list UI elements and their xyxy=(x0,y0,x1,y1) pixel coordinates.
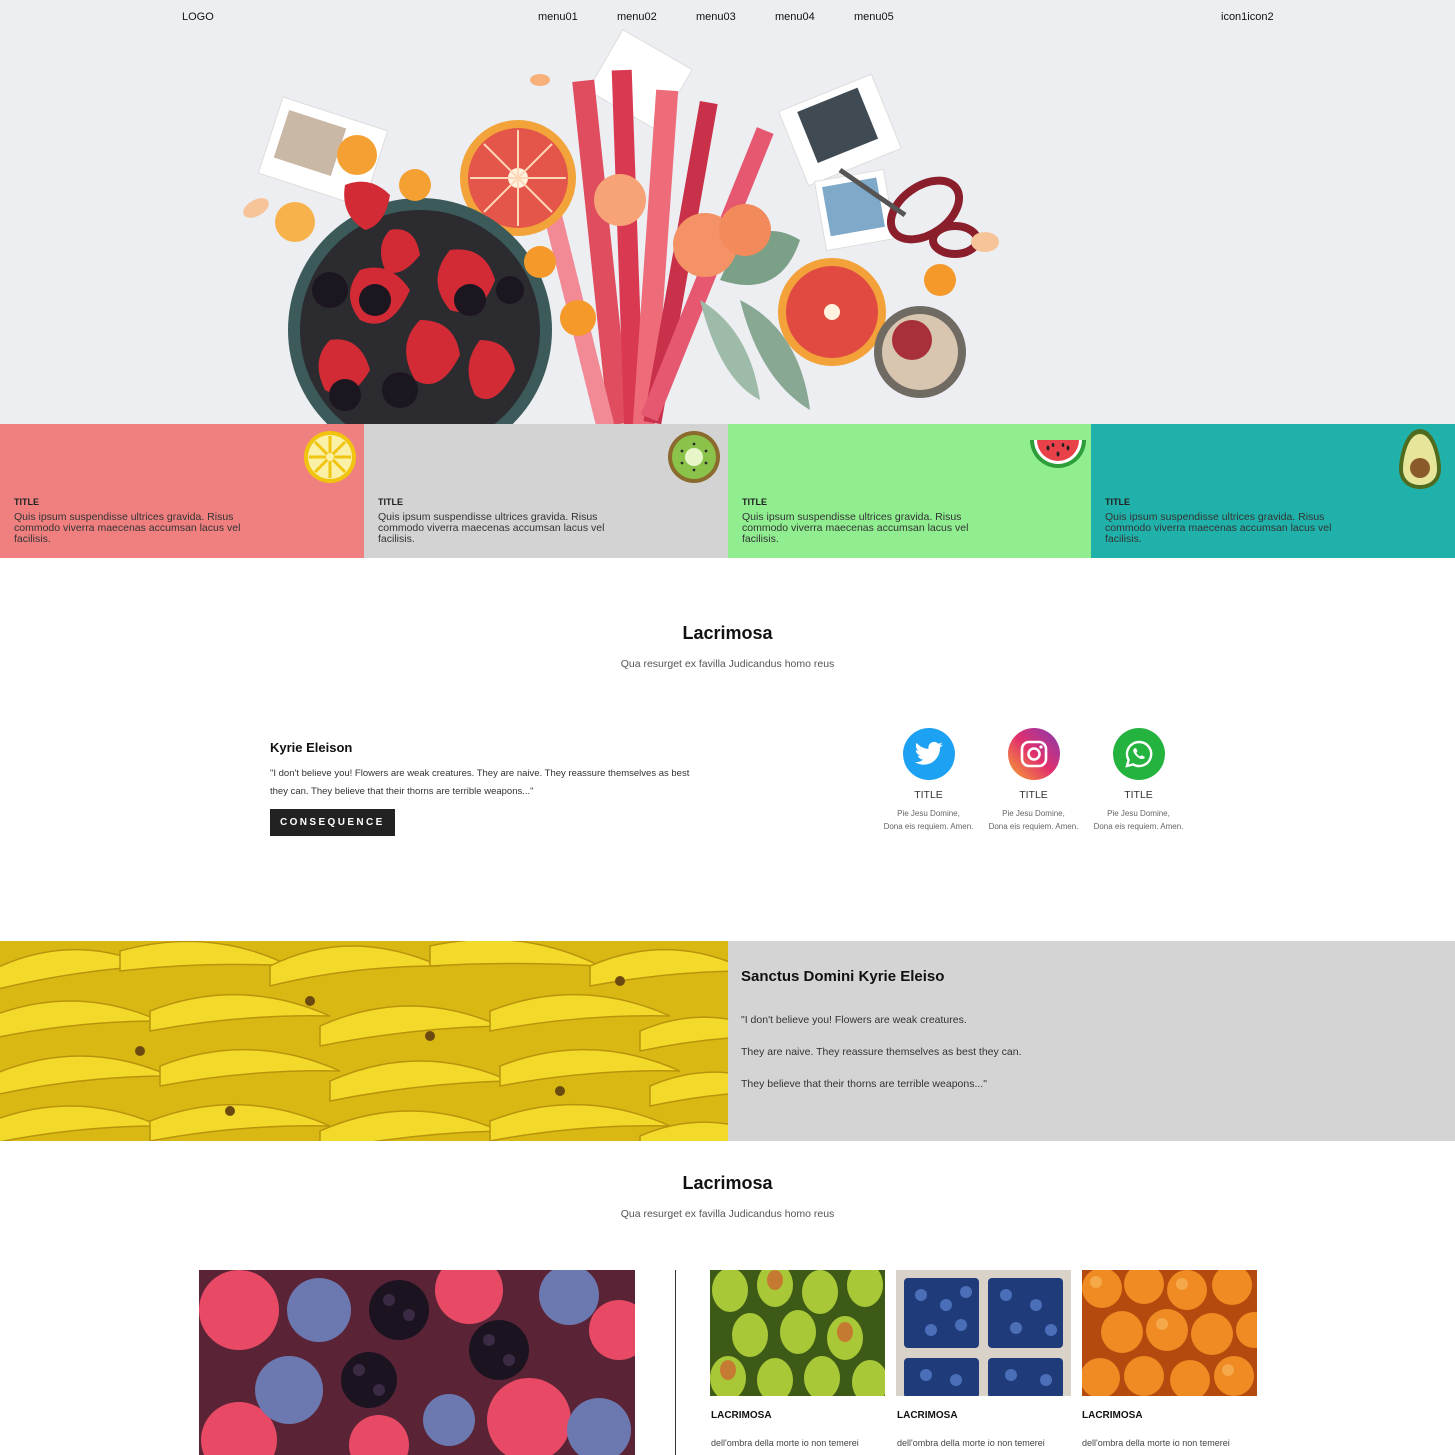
kiwi-icon xyxy=(668,431,720,483)
top-navigation: LOGO menu01 menu02 menu03 menu04 menu05 … xyxy=(0,0,1455,34)
quote-block: Kyrie Eleison "I don't believe you! Flow… xyxy=(270,740,700,836)
card-text: Quis ipsum suspendisse ultrices gravida.… xyxy=(1105,511,1332,545)
blueberries-image[interactable] xyxy=(896,1270,1071,1396)
berries-illustration xyxy=(199,1270,635,1455)
feature-strip: TITLE Quis ipsum suspendisse ultrices gr… xyxy=(0,424,1455,558)
consequence-button[interactable]: CONSEQUENCE xyxy=(270,809,395,836)
card-text: Quis ipsum suspendisse ultrices gravida.… xyxy=(378,511,605,545)
section-header: Lacrimosa Qua resurget ex favilla Judica… xyxy=(0,623,1455,670)
section-title: Lacrimosa xyxy=(682,1173,773,1193)
card-title: TITLE xyxy=(1105,497,1130,507)
watermelon-icon xyxy=(1030,440,1086,468)
feature-card-avocado: TITLE Quis ipsum suspendisse ultrices gr… xyxy=(1091,424,1455,558)
menu-item-05[interactable]: menu05 xyxy=(854,11,933,23)
logo[interactable]: LOGO xyxy=(182,11,214,23)
card-title: TITLE xyxy=(14,497,39,507)
section-header-2: Lacrimosa Qua resurget ex favilla Judica… xyxy=(0,1173,1455,1220)
social-item-whatsapp[interactable]: TITLE Pie Jesu Domine, Dona eis requiem. … xyxy=(1086,728,1191,833)
feature-line-1: "I don't believe you! Flowers are weak c… xyxy=(741,1014,967,1026)
gallery-desc-1: dell'ombra della morte io non temerei xyxy=(711,1438,859,1448)
feature-card-kiwi: TITLE Quis ipsum suspendisse ultrices gr… xyxy=(364,424,728,558)
gallery-label-1: LACRIMOSA xyxy=(711,1410,772,1421)
feature-heading: Sanctus Domini Kyrie Eleiso xyxy=(741,968,945,985)
feature-card-lemon: TITLE Quis ipsum suspendisse ultrices gr… xyxy=(0,424,364,558)
card-title: TITLE xyxy=(378,497,403,507)
apricots-illustration xyxy=(1082,1270,1257,1396)
feature-line-3: They believe that their thorns are terri… xyxy=(741,1078,987,1090)
gallery-desc-3: dell'ombra della morte io non temerei xyxy=(1082,1438,1230,1448)
banana-pattern xyxy=(0,941,728,1141)
card-text: Quis ipsum suspendisse ultrices gravida.… xyxy=(742,511,969,545)
hero-fruit-illustration xyxy=(243,29,999,424)
twitter-icon[interactable] xyxy=(902,728,955,780)
gallery-label-3: LACRIMOSA xyxy=(1082,1410,1143,1421)
menu-item-01[interactable]: menu01 xyxy=(538,11,617,23)
social-desc: Pie Jesu Domine, Dona eis requiem. Amen. xyxy=(988,809,1079,831)
feature-text-panel: Sanctus Domini Kyrie Eleiso "I don't bel… xyxy=(728,941,1455,1141)
berries-image[interactable] xyxy=(199,1270,635,1455)
section-title: Lacrimosa xyxy=(682,623,773,643)
pears-illustration xyxy=(710,1270,885,1396)
social-title: TITLE xyxy=(1019,789,1048,801)
social-title: TITLE xyxy=(914,789,943,801)
avocado-icon xyxy=(1399,429,1441,489)
social-list: TITLE Pie Jesu Domine, Dona eis requiem. … xyxy=(876,728,1191,833)
section-subtitle: Qua resurget ex favilla Judicandus homo … xyxy=(620,1208,835,1220)
social-desc: Pie Jesu Domine, Dona eis requiem. Amen. xyxy=(1093,809,1184,831)
menu-item-02[interactable]: menu02 xyxy=(617,11,696,23)
whatsapp-icon[interactable] xyxy=(1112,728,1165,780)
instagram-icon[interactable] xyxy=(1007,728,1060,780)
feature-card-watermelon: TITLE Quis ipsum suspendisse ultrices gr… xyxy=(728,424,1091,558)
nav-icons[interactable]: icon1icon2 xyxy=(1221,11,1274,23)
menu-item-03[interactable]: menu03 xyxy=(696,11,775,23)
apricots-image[interactable] xyxy=(1082,1270,1257,1396)
blueberries-illustration xyxy=(896,1270,1071,1396)
hero-image xyxy=(0,0,1455,424)
menu-item-04[interactable]: menu04 xyxy=(775,11,854,23)
card-text: Quis ipsum suspendisse ultrices gravida.… xyxy=(14,511,241,545)
menu-list: menu01 menu02 menu03 menu04 menu05 xyxy=(538,11,933,23)
social-item-twitter[interactable]: TITLE Pie Jesu Domine, Dona eis requiem. … xyxy=(876,728,981,833)
card-title: TITLE xyxy=(742,497,767,507)
section-subtitle: Qua resurget ex favilla Judicandus homo … xyxy=(620,658,835,670)
social-item-instagram[interactable]: TITLE Pie Jesu Domine, Dona eis requiem. … xyxy=(981,728,1086,833)
social-title: TITLE xyxy=(1124,789,1153,801)
lemon-icon xyxy=(304,431,356,483)
feature-line-2: They are naive. They reassure themselves… xyxy=(741,1046,1022,1058)
quote-text: "I don't believe you! Flowers are weak c… xyxy=(270,768,690,797)
social-desc: Pie Jesu Domine, Dona eis requiem. Amen. xyxy=(883,809,974,831)
gallery-divider xyxy=(675,1270,676,1455)
gallery-label-2: LACRIMOSA xyxy=(897,1410,958,1421)
pears-image[interactable] xyxy=(710,1270,885,1396)
gallery-desc-2: dell'ombra della morte io non temerei xyxy=(897,1438,1045,1448)
quote-heading: Kyrie Eleison xyxy=(270,740,353,755)
banana-image xyxy=(0,941,728,1141)
